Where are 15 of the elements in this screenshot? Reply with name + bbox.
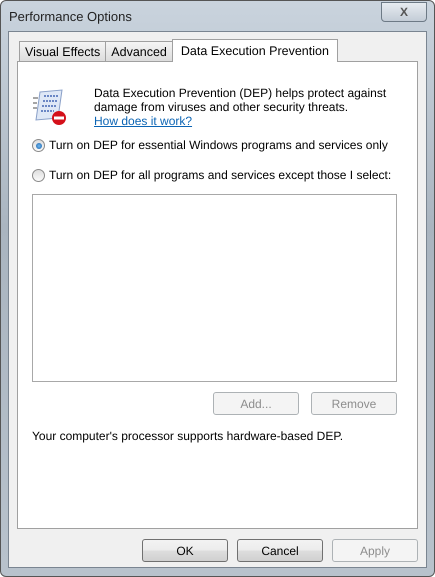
option-label: Turn on DEP for essential Windows programs and services only [49,138,388,152]
dialog-button[interactable]: OK [142,539,228,562]
document-block-icon [32,88,68,126]
tab[interactable]: Advanced [105,41,173,61]
option-label: Turn on DEP for all programs and services except those I select: [49,168,392,182]
description-text: Data Execution Prevention (DEP) helps protect against damage from viruses and other security threats. How does it work? [94,86,388,128]
radio-button[interactable] [32,169,45,182]
radio-button[interactable] [32,139,45,152]
tab[interactable]: Visual Effects [19,41,106,61]
status-text: Your computer's processor supports hardware-based DEP. [32,429,344,443]
tab[interactable]: Data Execution Prevention [172,39,338,62]
dialog-button[interactable]: Cancel [237,539,323,562]
window-title: Performance Options [8,8,132,24]
close-button[interactable]: X [381,2,427,22]
how-it-works-link[interactable]: How does it work? [94,114,192,128]
